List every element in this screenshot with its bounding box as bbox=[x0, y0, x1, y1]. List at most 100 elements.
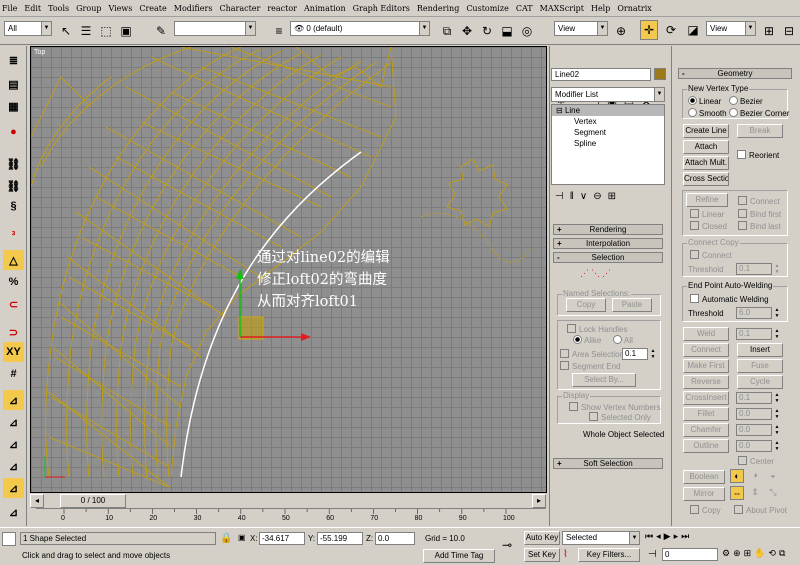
segment-end-checkbox[interactable]: Segment End bbox=[560, 361, 620, 371]
crossinsert-button[interactable]: CrossInsert bbox=[683, 391, 729, 405]
transform-gizmo-plane[interactable] bbox=[238, 316, 264, 340]
attach-mult-button[interactable]: Attach Mult. bbox=[683, 156, 729, 170]
rollout-geometry[interactable]: - Geometry bbox=[678, 68, 792, 79]
chamfer-button[interactable]: Chamfer bbox=[683, 423, 729, 437]
bezier-corner-radio[interactable]: Bezier Corner bbox=[729, 108, 789, 118]
boolean-intersect-icon[interactable]: ◒ bbox=[766, 469, 780, 483]
linear-checkbox[interactable]: Linear bbox=[690, 209, 724, 219]
key-filters-button[interactable]: Key Filters... bbox=[578, 548, 640, 562]
gizmo-y-arrow-icon[interactable] bbox=[236, 269, 244, 279]
smooth-radio[interactable]: Smooth bbox=[688, 108, 727, 118]
select-and-move-icon[interactable]: ✛ bbox=[640, 20, 658, 40]
time-config-icon[interactable]: ⚙ bbox=[722, 548, 730, 562]
time-prev-icon[interactable]: ◂ bbox=[30, 494, 44, 508]
break-button[interactable]: Break bbox=[737, 124, 783, 138]
material-editor-icon[interactable]: ● bbox=[3, 122, 24, 142]
snap-vertex-icon[interactable]: ⊿ bbox=[3, 412, 24, 432]
select-and-rotate-icon[interactable]: ⟳ bbox=[662, 20, 680, 40]
chamfer-value[interactable]: 0.0 bbox=[736, 424, 772, 436]
percent-snap-icon[interactable]: % bbox=[3, 272, 24, 292]
maxscript-listener-icon[interactable] bbox=[2, 532, 16, 546]
snap-3d-icon[interactable]: ³ bbox=[3, 226, 24, 246]
add-time-tag-button[interactable]: Add Time Tag bbox=[423, 549, 495, 563]
area-selection-value[interactable]: 0.1 bbox=[622, 348, 648, 360]
viewport-top[interactable]: Top 通过对line02的编辑 修正loft02的弯曲度 从而对齐loft01 bbox=[30, 46, 547, 493]
menu-item-ornatrix[interactable]: Ornatrix bbox=[617, 4, 651, 13]
time-slider[interactable]: 0 / 100 bbox=[60, 494, 126, 508]
magnet-icon[interactable]: ⊃ bbox=[3, 322, 24, 342]
curve-editor-icon[interactable]: ▤ bbox=[3, 74, 24, 94]
pin-stack-icon[interactable]: ⊣ bbox=[555, 191, 564, 202]
pan-icon[interactable]: ✋ bbox=[754, 548, 765, 562]
menu-item-views[interactable]: Views bbox=[108, 4, 132, 13]
fillet-button[interactable]: Fillet bbox=[683, 407, 729, 421]
menu-item-group[interactable]: Group bbox=[76, 4, 101, 13]
mirror-horizontal-icon[interactable]: ⇔ bbox=[730, 486, 744, 500]
spinner-icon[interactable]: ▲ ▼ bbox=[774, 392, 780, 404]
weld-value[interactable]: 0.1 bbox=[736, 328, 772, 340]
reference-coordinate-dropdown-2[interactable]: View ▼ bbox=[706, 21, 756, 36]
boolean-union-icon[interactable]: ◐ bbox=[730, 469, 744, 483]
z-coordinate[interactable]: 0.0 bbox=[375, 532, 415, 545]
modifier-stack[interactable]: ⊟ Line Vertex Segment Spline bbox=[551, 104, 665, 185]
object-color-swatch[interactable] bbox=[654, 68, 666, 80]
mirror-button[interactable]: Mirror bbox=[683, 487, 725, 501]
play-icon[interactable]: ▶ bbox=[664, 531, 671, 545]
crossinsert-value[interactable]: 0.1 bbox=[736, 392, 772, 404]
mirror-both-icon[interactable]: ⤡ bbox=[766, 486, 780, 500]
cross-section-button[interactable]: Cross Section bbox=[683, 172, 729, 186]
bind-space-warp-icon[interactable]: § bbox=[3, 196, 24, 216]
spinner-icon[interactable]: ▲ ▼ bbox=[774, 424, 780, 436]
spinner-icon[interactable]: ▲ ▼ bbox=[774, 408, 780, 420]
schematic-icon[interactable]: ▦ bbox=[3, 96, 24, 116]
area-selection-checkbox[interactable]: Area Selection: bbox=[560, 349, 626, 359]
key-mode-dropdown[interactable]: Selected ▼ bbox=[562, 531, 640, 545]
stack-item-vertex[interactable]: Vertex bbox=[552, 116, 664, 127]
menu-item-file[interactable]: File bbox=[2, 4, 17, 13]
angle-snap-icon[interactable]: △ bbox=[3, 250, 24, 270]
mirror-vertical-icon[interactable]: ⇕ bbox=[748, 486, 762, 500]
refine-button[interactable]: Refine bbox=[686, 193, 728, 207]
show-end-result-icon[interactable]: ‖ bbox=[570, 191, 574, 202]
key-icon[interactable]: ⊸ bbox=[502, 538, 512, 552]
about-pivot-checkbox[interactable]: About Pivot bbox=[734, 505, 787, 515]
snap-toggle-icon[interactable]: ⊿ bbox=[3, 390, 24, 410]
boolean-subtract-icon[interactable]: ◑ bbox=[748, 469, 762, 483]
bind-first-checkbox[interactable]: Bind first bbox=[738, 209, 781, 219]
threshold2-value[interactable]: 6.0 bbox=[736, 307, 772, 319]
bezier-radio[interactable]: Bezier bbox=[729, 96, 763, 106]
layer-dropdown[interactable]: 👁 0 (default) ▼ bbox=[290, 21, 430, 36]
bind-last-checkbox[interactable]: Bind last bbox=[738, 221, 781, 231]
set-key-button[interactable]: Set Key bbox=[524, 548, 560, 562]
show-vertex-numbers-checkbox[interactable]: Show Vertex Numbers bbox=[569, 402, 661, 412]
linear-radio[interactable]: Linear bbox=[688, 96, 721, 106]
snap-end-icon[interactable]: ⊿ bbox=[3, 502, 24, 522]
modifier-list-dropdown[interactable]: Modifier List ▼ bbox=[551, 87, 665, 102]
menu-item-animation[interactable]: Animation bbox=[304, 4, 346, 13]
stack-item-segment[interactable]: Segment bbox=[552, 127, 664, 138]
stack-item-line[interactable]: ⊟ Line bbox=[552, 105, 664, 116]
spinner-icon[interactable]: ▲ ▼ bbox=[774, 328, 780, 340]
spinner-icon[interactable]: ▲ ▼ bbox=[774, 307, 780, 319]
sub-object-level-icons[interactable]: ⋰⋱⋰ bbox=[580, 268, 640, 278]
unlink-icon[interactable]: ⛓ bbox=[3, 176, 24, 196]
spinner-snap-icon[interactable]: ⊂ bbox=[3, 294, 24, 314]
layer-manager-icon[interactable]: ≡ bbox=[270, 21, 288, 41]
copy-selection-button[interactable]: Copy bbox=[566, 298, 606, 312]
center-checkbox[interactable]: Center bbox=[738, 456, 774, 466]
orbit-icon[interactable]: ⟲ bbox=[768, 548, 776, 562]
make-first-button[interactable]: Make First bbox=[683, 359, 729, 373]
menu-item-tools[interactable]: Tools bbox=[48, 4, 69, 13]
connect-button[interactable]: Connect bbox=[683, 343, 729, 357]
stack-item-spline[interactable]: Spline bbox=[552, 138, 664, 149]
paste-selection-button[interactable]: Paste bbox=[612, 298, 652, 312]
window-crossing-icon[interactable]: ▣ bbox=[117, 21, 135, 41]
menu-item-help[interactable]: Help bbox=[591, 4, 610, 13]
snap-pivot-icon[interactable]: ⊿ bbox=[3, 478, 24, 498]
menu-item-rendering[interactable]: Rendering bbox=[417, 4, 459, 13]
all-radio[interactable]: All bbox=[613, 335, 633, 345]
select-arrow-icon[interactable]: ↖ bbox=[57, 21, 75, 41]
threshold-value[interactable]: 0.1 bbox=[736, 263, 772, 275]
current-frame-field[interactable]: 0 bbox=[662, 548, 718, 561]
pivot-icon[interactable]: ◎ bbox=[518, 21, 536, 41]
